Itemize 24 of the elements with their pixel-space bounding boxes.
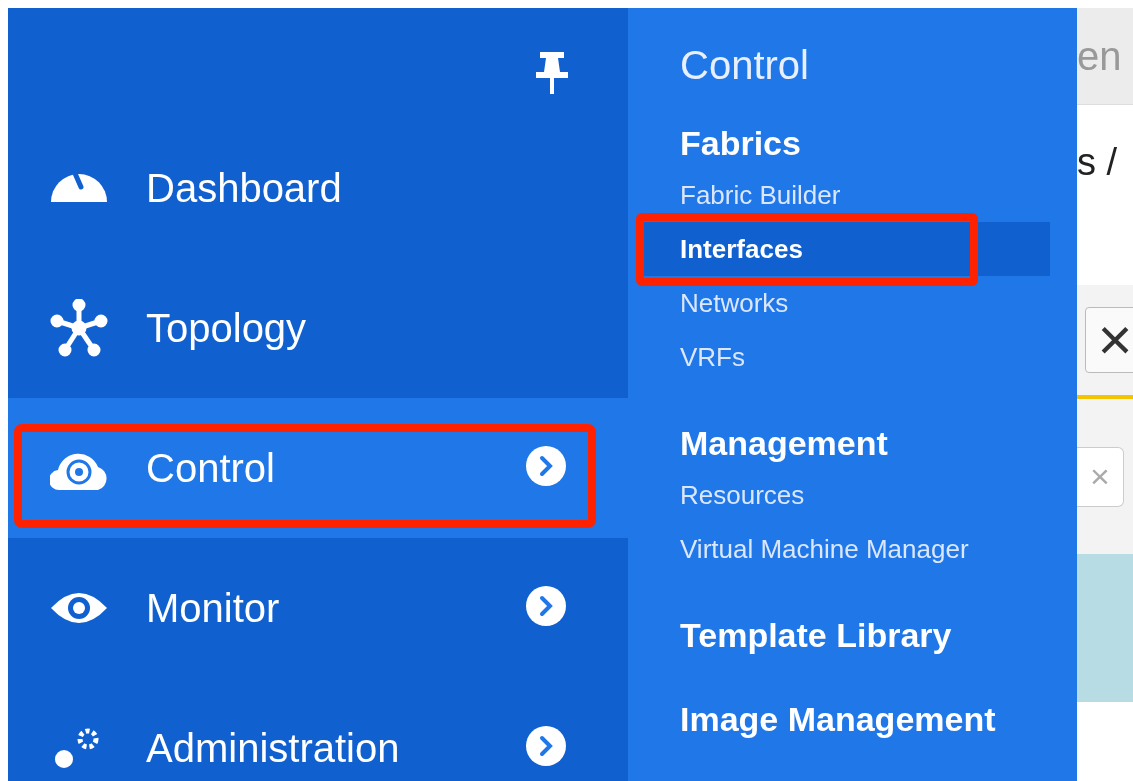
gauge-icon [50,173,108,203]
close-button[interactable]: × [1085,307,1133,373]
submenu-item[interactable]: VRFs [640,330,1050,384]
submenu-item[interactable]: Virtual Machine Manager [640,522,1050,576]
topology-icon [50,299,108,357]
submenu-item[interactable]: Fabric Builder [640,168,1050,222]
pin-icon[interactable] [534,50,570,94]
chevron-right-icon[interactable] [526,726,566,766]
section-heading[interactable]: Management [680,418,1077,468]
sidebar-item[interactable]: Administration [8,678,628,781]
sidebar-item[interactable]: Dashboard [8,118,628,258]
section-heading[interactable]: Template Library [680,610,1077,660]
submenu-title: Control [680,42,810,89]
chevron-right-icon[interactable] [526,446,566,486]
clear-button[interactable]: × [1077,446,1124,507]
section-heading[interactable]: Image Management [680,694,1077,744]
sidebar-item[interactable]: Control [8,398,628,538]
sidebar-item[interactable]: Topology [8,258,628,398]
submenu-item[interactable]: Networks [640,276,1050,330]
section-heading[interactable]: Fabrics [680,118,1077,168]
breadcrumb: s / [1077,141,1118,183]
sidebar-item[interactable]: Monitor [8,538,628,678]
chevron-right-icon[interactable] [526,586,566,626]
submenu-item[interactable]: Resources [640,468,1050,522]
